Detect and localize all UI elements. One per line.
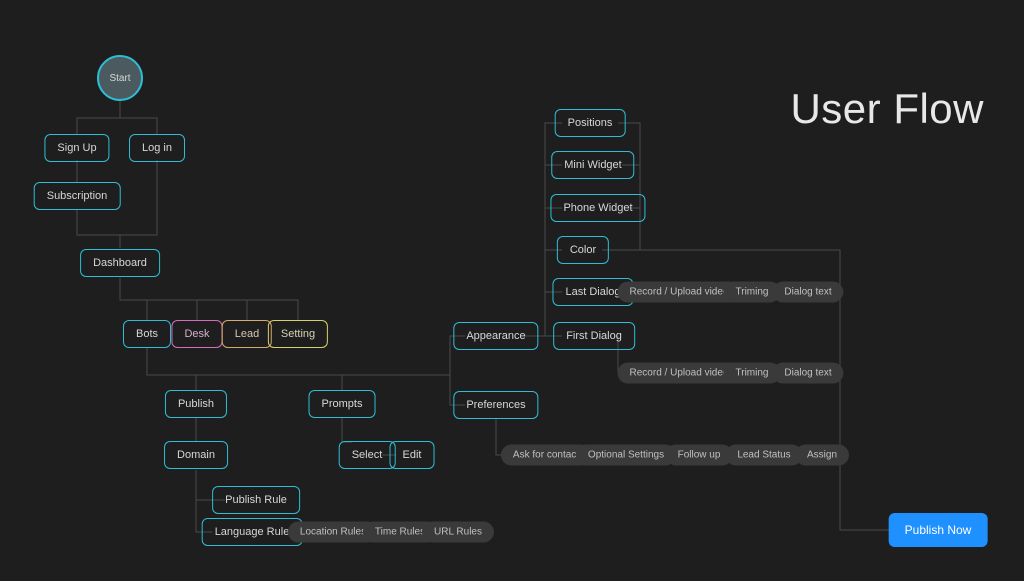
- pill-dialog-text-2: Dialog text: [772, 363, 843, 384]
- node-bots: Bots: [123, 320, 171, 348]
- pill-follow-up: Follow up: [666, 445, 733, 466]
- pill-lead-status: Lead Status: [725, 445, 802, 466]
- node-dashboard: Dashboard: [80, 249, 160, 277]
- node-first-dialog: First Dialog: [553, 322, 635, 350]
- node-prompts: Prompts: [309, 390, 376, 418]
- node-color: Color: [557, 236, 609, 264]
- node-login: Log in: [129, 134, 185, 162]
- node-mini-widget: Mini Widget: [551, 151, 634, 179]
- node-lead: Lead: [222, 320, 272, 348]
- node-positions: Positions: [555, 109, 626, 137]
- node-select: Select: [339, 441, 396, 469]
- pill-record-upload-1: Record / Upload video: [618, 282, 741, 303]
- node-desk: Desk: [171, 320, 222, 348]
- node-preferences: Preferences: [453, 391, 538, 419]
- node-domain: Domain: [164, 441, 228, 469]
- node-publish: Publish: [165, 390, 227, 418]
- publish-now-button[interactable]: Publish Now: [889, 513, 988, 547]
- node-phone-widget: Phone Widget: [550, 194, 645, 222]
- node-appearance: Appearance: [453, 322, 538, 350]
- pill-dialog-text-1: Dialog text: [772, 282, 843, 303]
- node-subscription: Subscription: [34, 182, 121, 210]
- page-title: User Flow: [790, 85, 984, 133]
- pill-optional-settings: Optional Settings: [576, 445, 676, 466]
- pill-assign: Assign: [795, 445, 849, 466]
- pill-url-rules: URL Rules: [422, 522, 494, 543]
- node-edit: Edit: [390, 441, 435, 469]
- pill-record-upload-2: Record / Upload video: [618, 363, 741, 384]
- node-start: Start: [97, 55, 143, 101]
- node-setting: Setting: [268, 320, 328, 348]
- node-signup: Sign Up: [44, 134, 109, 162]
- node-publish-rule: Publish Rule: [212, 486, 300, 514]
